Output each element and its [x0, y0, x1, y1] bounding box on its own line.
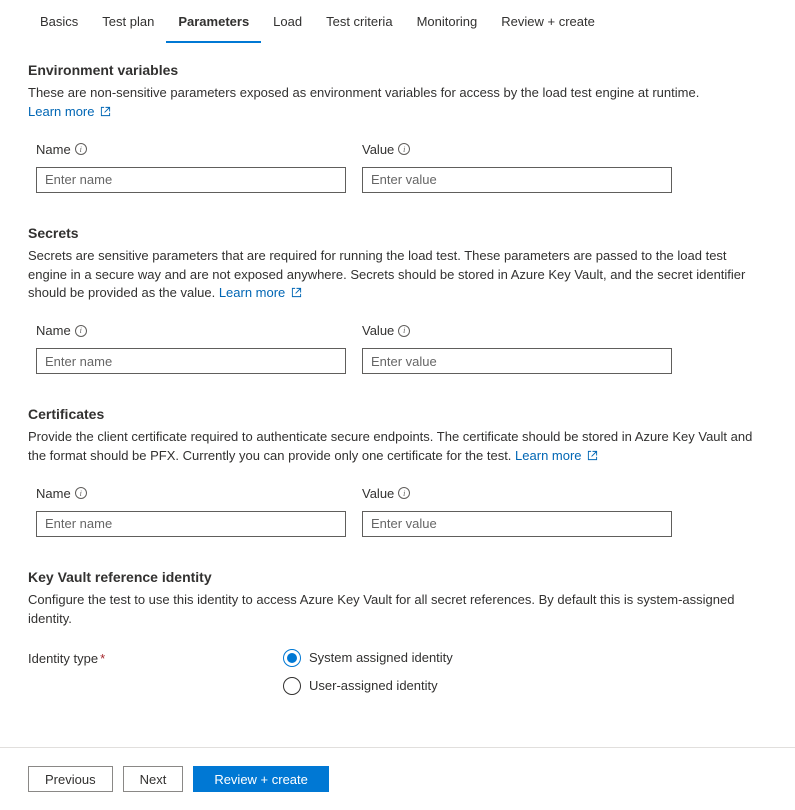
keyvault-desc: Configure the test to use this identity … [28, 591, 767, 629]
info-icon[interactable]: i [398, 325, 410, 337]
info-icon[interactable]: i [75, 487, 87, 499]
env-value-input[interactable] [362, 167, 672, 193]
env-value-label: Value i [362, 142, 672, 157]
certs-name-label: Name i [36, 486, 346, 501]
secrets-name-label: Name i [36, 323, 346, 338]
external-link-icon [100, 106, 111, 117]
review-create-button[interactable]: Review + create [193, 766, 329, 792]
tab-load[interactable]: Load [261, 0, 314, 43]
secrets-name-input[interactable] [36, 348, 346, 374]
keyvault-title: Key Vault reference identity [28, 569, 767, 585]
secrets-learn-more-link[interactable]: Learn more [219, 285, 302, 300]
certs-title: Certificates [28, 406, 767, 422]
footer-actions: Previous Next Review + create [0, 747, 795, 810]
external-link-icon [587, 450, 598, 461]
env-desc: These are non-sensitive parameters expos… [28, 84, 767, 122]
info-icon[interactable]: i [398, 143, 410, 155]
required-indicator: * [100, 651, 105, 666]
section-env-vars: Environment variables These are non-sens… [28, 62, 767, 193]
secrets-value-label: Value i [362, 323, 672, 338]
info-icon[interactable]: i [75, 325, 87, 337]
section-certificates: Certificates Provide the client certific… [28, 406, 767, 537]
secrets-value-input[interactable] [362, 348, 672, 374]
external-link-icon [291, 287, 302, 298]
info-icon[interactable]: i [398, 487, 410, 499]
previous-button[interactable]: Previous [28, 766, 113, 792]
tab-monitoring[interactable]: Monitoring [405, 0, 490, 43]
tab-basics[interactable]: Basics [28, 0, 90, 43]
radio-icon [283, 649, 301, 667]
certs-value-label: Value i [362, 486, 672, 501]
tab-review-create[interactable]: Review + create [489, 0, 607, 43]
next-button[interactable]: Next [123, 766, 184, 792]
tab-bar: Basics Test plan Parameters Load Test cr… [0, 0, 795, 44]
radio-icon [283, 677, 301, 695]
certs-value-input[interactable] [362, 511, 672, 537]
identity-type-radio-group: System assigned identity User-assigned i… [283, 649, 453, 695]
tab-test-criteria[interactable]: Test criteria [314, 0, 404, 43]
certs-name-input[interactable] [36, 511, 346, 537]
env-learn-more-link[interactable]: Learn more [28, 104, 111, 119]
env-title: Environment variables [28, 62, 767, 78]
section-keyvault: Key Vault reference identity Configure t… [28, 569, 767, 695]
env-name-label: Name i [36, 142, 346, 157]
radio-system-assigned[interactable]: System assigned identity [283, 649, 453, 667]
certs-learn-more-link[interactable]: Learn more [515, 448, 598, 463]
tab-test-plan[interactable]: Test plan [90, 0, 166, 43]
tab-parameters[interactable]: Parameters [166, 0, 261, 43]
section-secrets: Secrets Secrets are sensitive parameters… [28, 225, 767, 375]
radio-user-assigned[interactable]: User-assigned identity [283, 677, 453, 695]
certs-desc: Provide the client certificate required … [28, 428, 767, 466]
identity-type-label: Identity type* [28, 649, 283, 666]
secrets-title: Secrets [28, 225, 767, 241]
env-name-input[interactable] [36, 167, 346, 193]
secrets-desc: Secrets are sensitive parameters that ar… [28, 247, 767, 304]
info-icon[interactable]: i [75, 143, 87, 155]
